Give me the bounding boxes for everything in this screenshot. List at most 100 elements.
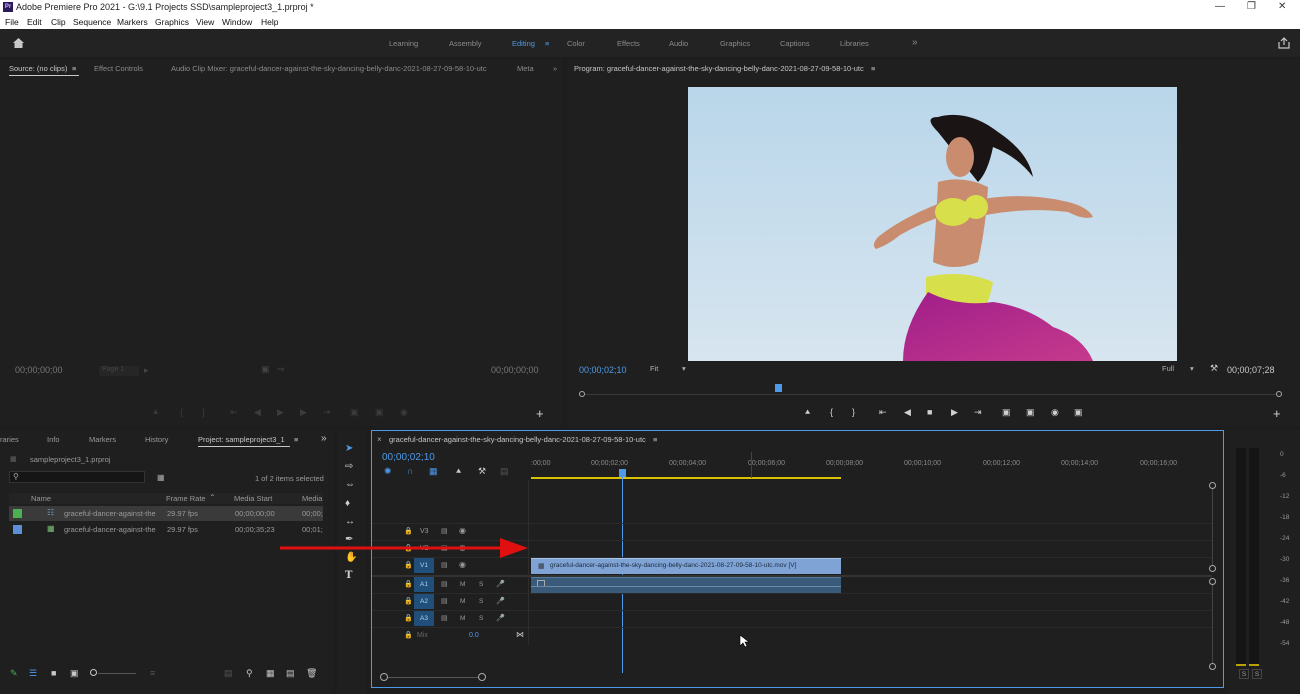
source-overwrite-icon[interactable]: ▣	[375, 407, 384, 418]
volume-line[interactable]	[531, 586, 841, 587]
step-forward-icon[interactable]: ▶	[951, 407, 958, 418]
ripple-edit-tool-icon[interactable]: ⇔	[345, 479, 355, 490]
column-media-start[interactable]: Media Start	[234, 494, 272, 503]
program-timecode[interactable]: 00;00;02;10	[579, 365, 627, 375]
mute-button[interactable]: M	[460, 615, 465, 622]
new-item-icon[interactable]: ▤	[286, 668, 295, 679]
captions-icon[interactable]: ▤	[500, 466, 509, 477]
razor-tool-icon[interactable]: ♦	[345, 498, 350, 509]
track-target-a3[interactable]: A3	[414, 611, 434, 626]
menu-file[interactable]: File	[5, 17, 19, 27]
sync-lock-icon[interactable]: ▤	[441, 580, 448, 588]
mark-out-icon[interactable]: }	[852, 407, 855, 417]
list-view-icon[interactable]: ☰	[29, 668, 37, 679]
column-name[interactable]: Name	[31, 494, 51, 503]
tab-info[interactable]: Info	[47, 435, 60, 444]
menu-edit[interactable]: Edit	[27, 17, 42, 27]
scrub-end-handle[interactable]	[1276, 391, 1282, 397]
tab-effect-controls[interactable]: Effect Controls	[94, 64, 143, 73]
icon-view-icon[interactable]: ■	[51, 668, 56, 678]
extract-icon[interactable]: ▣	[1026, 407, 1035, 418]
microphone-icon[interactable]: 🎤	[496, 614, 505, 622]
wrench-icon[interactable]: ⚒	[1210, 363, 1218, 374]
source-mark-in-icon[interactable]: {	[180, 407, 183, 417]
more-tabs-icon[interactable]: »	[321, 433, 327, 444]
timeline-playhead-handle[interactable]	[619, 469, 626, 477]
stop-icon[interactable]: ■	[927, 407, 932, 417]
step-back-icon[interactable]: ◀	[904, 407, 911, 418]
source-mark-out-icon[interactable]: }	[202, 407, 205, 417]
add-marker-icon[interactable]: ⯅	[804, 407, 811, 418]
timeline-timecode[interactable]: 00;00;02;10	[382, 452, 435, 463]
tab-libraries[interactable]: raries	[0, 435, 19, 444]
program-quality-dropdown[interactable]: Full ▾	[1158, 364, 1200, 375]
lock-icon[interactable]: 🔒	[404, 631, 413, 639]
source-goto-out-icon[interactable]: ⇥	[323, 407, 331, 418]
solo-button[interactable]: S	[479, 615, 483, 622]
solo-left-button[interactable]: S	[1239, 669, 1249, 679]
linked-selection-icon[interactable]: ▦	[429, 466, 438, 477]
more-workspaces-icon[interactable]: »	[912, 37, 918, 48]
menu-markers[interactable]: Markers	[117, 17, 148, 27]
video-scroll-handle-top[interactable]	[1209, 482, 1216, 489]
restore-icon[interactable]: ❐	[1247, 1, 1256, 12]
project-search-input[interactable]: ⚲	[9, 471, 145, 483]
tab-metadata[interactable]: Meta	[517, 64, 534, 73]
add-marker-icon[interactable]: ⯅	[455, 466, 462, 477]
track-select-tool-icon[interactable]: ⇨	[345, 461, 353, 472]
work-area-bar[interactable]	[531, 477, 841, 479]
mark-in-icon[interactable]: {	[830, 407, 833, 417]
go-to-in-icon[interactable]: ⇤	[879, 407, 887, 418]
solo-button[interactable]: S	[479, 598, 483, 605]
close-tab-icon[interactable]: ×	[377, 435, 382, 444]
workspace-menu-icon[interactable]: ≡	[545, 39, 549, 48]
mute-button[interactable]: M	[460, 598, 465, 605]
microphone-icon[interactable]: 🎤	[496, 597, 505, 605]
go-to-out-icon[interactable]: ⇥	[974, 407, 982, 418]
freeform-view-icon[interactable]: ▣	[70, 668, 79, 679]
source-settings-icon[interactable]: ▣	[261, 364, 270, 375]
source-wrench-icon[interactable]: ⇒	[277, 364, 285, 375]
tab-markers[interactable]: Markers	[89, 435, 116, 444]
workspace-effects[interactable]: Effects	[617, 39, 640, 48]
program-zoom-dropdown[interactable]: Fit ▾	[650, 364, 690, 375]
selection-tool-icon[interactable]: ➤	[345, 443, 353, 454]
program-playhead[interactable]	[775, 384, 783, 392]
sync-lock-icon[interactable]: ▤	[441, 527, 448, 535]
workspace-graphics[interactable]: Graphics	[720, 39, 750, 48]
track-target-a1[interactable]: A1	[414, 577, 434, 592]
project-item-row[interactable]: ☷ graceful-dancer-against-the 29.97 fps …	[9, 506, 323, 521]
snap-icon[interactable]: ∩	[407, 466, 413, 476]
program-add-button-icon[interactable]: +	[1273, 406, 1281, 421]
lock-icon[interactable]: 🔒	[404, 614, 413, 622]
source-tab-menu-icon[interactable]: ≡	[72, 64, 76, 73]
menu-view[interactable]: View	[196, 17, 214, 27]
source-page-dropdown[interactable]: Page 1	[99, 366, 139, 376]
source-page-next-icon[interactable]: ▸	[144, 365, 149, 376]
sequence-menu-icon[interactable]: ≡	[653, 435, 657, 444]
more-tabs-icon[interactable]: »	[553, 64, 557, 73]
lock-icon[interactable]: 🔒	[404, 580, 413, 588]
project-item-row[interactable]: ▦ graceful-dancer-against-the 29.97 fps …	[9, 522, 323, 537]
sync-lock-icon[interactable]: ▤	[441, 614, 448, 622]
video-clip[interactable]: ▦ graceful-dancer-against-the-sky-dancin…	[531, 558, 841, 574]
source-goto-in-icon[interactable]: ⇤	[230, 407, 238, 418]
minimize-icon[interactable]: —	[1215, 1, 1225, 12]
new-bin-icon[interactable]: ▦	[266, 668, 275, 679]
workspace-libraries[interactable]: Libraries	[840, 39, 869, 48]
menu-window[interactable]: Window	[222, 17, 252, 27]
timeline-zoom-bar[interactable]	[388, 677, 478, 678]
export-frame-icon[interactable]: ◉	[1051, 407, 1059, 418]
workspace-color[interactable]: Color	[567, 39, 585, 48]
slip-tool-icon[interactable]: ↔	[345, 516, 355, 527]
video-scroll-handle-bottom[interactable]	[1209, 565, 1216, 572]
source-insert-icon[interactable]: ▣	[350, 407, 359, 418]
track-target-a2[interactable]: A2	[414, 594, 434, 609]
column-media[interactable]: Media	[302, 494, 322, 503]
source-step-forward-icon[interactable]: ▶	[300, 407, 307, 418]
pencil-icon[interactable]: ✎	[10, 668, 18, 679]
lock-icon[interactable]: 🔒	[404, 561, 413, 569]
source-play-icon[interactable]: ▶	[277, 407, 284, 418]
tab-project[interactable]: Project: sampleproject3_1	[198, 435, 285, 444]
sort-icons-icon[interactable]: ≡	[150, 668, 155, 678]
